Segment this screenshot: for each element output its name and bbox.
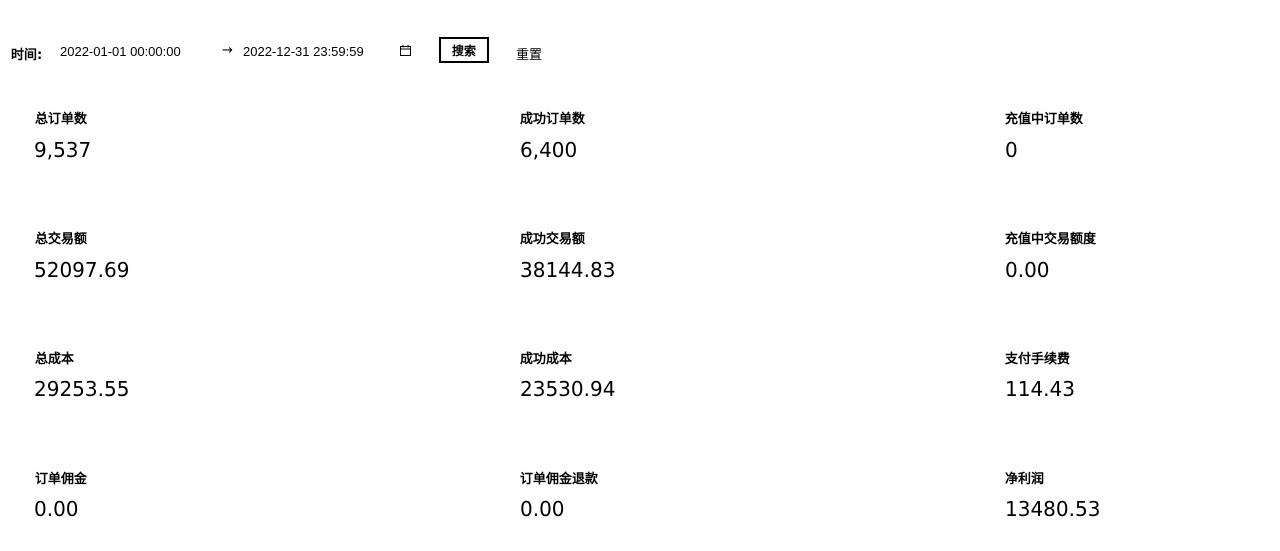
date-filter-bar: 时间: 2022-01-01 00:00:00 → 2022-12-31 23:… (0, 0, 1280, 104)
start-date-input[interactable]: 2022-01-01 00:00:00 (60, 44, 181, 59)
stat-value: 23530.94 (520, 377, 616, 401)
stat-value: 13480.53 (1005, 497, 1101, 521)
stat-value: 0.00 (1005, 258, 1050, 282)
stat-label: 总交易额 (35, 232, 88, 247)
stat-label: 总成本 (35, 352, 75, 367)
range-arrow-icon: → (222, 43, 233, 58)
stat-label: 订单佣金 (35, 472, 88, 487)
stat-label: 充值中交易额度 (1005, 232, 1097, 247)
end-date-input[interactable]: 2022-12-31 23:59:59 (243, 44, 364, 59)
stat-value: 9,537 (34, 138, 92, 162)
stat-label: 充值中订单数 (1005, 112, 1084, 127)
stat-value: 29253.55 (34, 377, 130, 401)
stat-label: 成功成本 (520, 352, 573, 367)
stat-label: 支付手续费 (1005, 352, 1071, 367)
stat-value: 114.43 (1005, 377, 1075, 401)
stat-value: 6,400 (520, 138, 578, 162)
search-button[interactable]: 搜索 (439, 37, 489, 63)
stat-label: 订单佣金退款 (520, 472, 599, 487)
calendar-icon[interactable] (400, 45, 411, 56)
stat-value: 0.00 (34, 497, 79, 521)
stat-label: 总订单数 (35, 112, 88, 127)
stat-value: 0 (1005, 138, 1018, 162)
stat-value: 52097.69 (34, 258, 130, 282)
stat-label: 成功交易额 (520, 232, 586, 247)
stat-label: 成功订单数 (520, 112, 586, 127)
stat-value: 38144.83 (520, 258, 616, 282)
time-label: 时间: (11, 48, 43, 63)
stat-label: 净利润 (1005, 472, 1045, 487)
stat-value: 0.00 (520, 497, 565, 521)
reset-button[interactable]: 重置 (516, 44, 542, 63)
